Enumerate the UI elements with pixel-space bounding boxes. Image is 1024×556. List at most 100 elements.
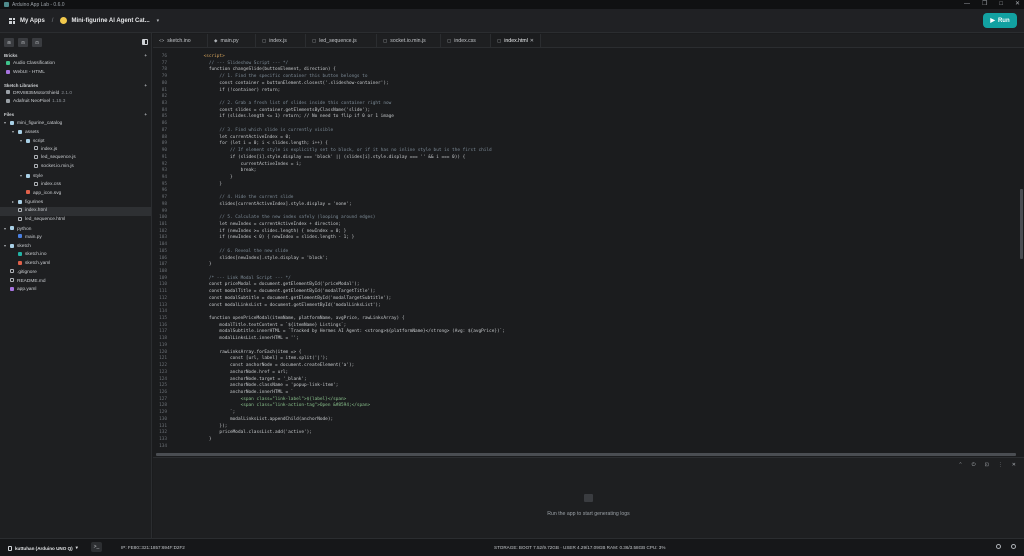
brick-item[interactable]: WebUI - HTML [0, 69, 151, 78]
copy-icon[interactable]: ⊡ [985, 462, 989, 468]
chevron-down-icon[interactable]: ▾ [157, 18, 160, 24]
new-file-button[interactable]: ⊞ [4, 37, 14, 47]
brick-item[interactable]: Audio Classification [0, 60, 151, 69]
expand-icon[interactable]: ⌃ [958, 462, 962, 468]
code-line[interactable]: const modalLinksList = document.getEleme… [193, 303, 505, 310]
editor-tab[interactable]: ◆ main.py [208, 34, 256, 47]
code-line[interactable]: let newIndex = currentActiveIndex + dire… [193, 222, 505, 229]
library-item[interactable]: Adafruit NeoPixel 1.15.3 [0, 98, 151, 107]
board-selector[interactable]: kuttuhan (Arduino UNO Q) ▾ [8, 545, 78, 551]
code-line[interactable]: const modalSubtitle = document.getElemen… [193, 296, 505, 303]
code-line[interactable]: <script> [193, 54, 505, 61]
code-line[interactable]: slides[currentActiveIndex].style.display… [193, 202, 505, 209]
code-line[interactable]: modalLinksList.innerHTML = ''; [193, 336, 505, 343]
panel-toggle-icon[interactable] [142, 39, 148, 45]
restore-icon[interactable]: ❐ [982, 0, 987, 9]
code-content[interactable]: <script> // --- Slideshow Script --- */ … [193, 54, 505, 450]
more-icon[interactable]: ⋮ [998, 462, 1003, 468]
scroll-thumb[interactable] [1020, 189, 1023, 259]
code-line[interactable]: const container = buttonElement.closest(… [193, 81, 505, 88]
code-line[interactable]: // If element style is explicitly set to… [193, 148, 505, 155]
code-line[interactable]: priceModal.classList.add('active'); [193, 430, 505, 437]
code-line[interactable]: anchorNode.innerHTML = ` [193, 390, 505, 397]
apps-grid-icon[interactable] [9, 17, 15, 24]
tree-file[interactable]: socket.io.min.js [0, 163, 151, 172]
editor-vertical-scrollbar[interactable] [1019, 49, 1024, 452]
my-apps-link[interactable]: My Apps [20, 18, 45, 24]
tree-folder[interactable]: ▾ style [0, 172, 151, 181]
tree-folder[interactable]: ▾ python [0, 225, 151, 234]
close-icon[interactable]: ✕ [1012, 462, 1016, 468]
code-line[interactable]: } [193, 262, 505, 269]
editor-tab[interactable]: ▢ index.html ✕ [491, 34, 541, 47]
library-item[interactable]: DRV8835MotorShield 2.1.0 [0, 90, 151, 99]
tree-folder[interactable]: ▾ script [0, 137, 151, 146]
code-line[interactable]: // 4. Hide the current slide [193, 195, 505, 202]
tree-file[interactable]: .gitignore [0, 269, 151, 278]
code-line[interactable]: if (slides.length <= 1) return; // No ne… [193, 114, 505, 121]
code-line[interactable]: anchorNode.className = 'popup-link-item'… [193, 383, 505, 390]
minimize-icon[interactable]: — [964, 0, 970, 9]
code-line[interactable]: anchorNode.href = url; [193, 370, 505, 377]
app-name[interactable]: Mini-figurine AI Agent Cat... [71, 18, 149, 24]
editor-tab[interactable]: ▢ socket.io.min.js [377, 34, 441, 47]
code-line[interactable]: const anchorNode = document.createElemen… [193, 363, 505, 370]
code-line[interactable]: } [193, 182, 505, 189]
tree-file[interactable]: sketch.yaml [0, 260, 151, 269]
new-folder-button[interactable]: ⊟ [18, 37, 28, 47]
tree-file[interactable]: main.py [0, 234, 151, 243]
code-line[interactable]: } [193, 175, 505, 182]
code-line[interactable]: const modalTitle = document.getElementBy… [193, 289, 505, 296]
code-line[interactable]: if (!container) return; [193, 88, 505, 95]
code-line[interactable] [193, 444, 505, 451]
code-line[interactable]: break; [193, 168, 505, 175]
terminal-button[interactable]: >_ [91, 542, 102, 552]
power-icon[interactable]: ⏻ [972, 462, 976, 468]
tree-file[interactable]: led_sequence.js [0, 154, 151, 163]
code-line[interactable]: if (newIndex < 0) { newIndex = slides.le… [193, 235, 505, 242]
scroll-thumb[interactable] [156, 453, 1016, 456]
maximize-icon[interactable]: □ [999, 0, 1003, 9]
tree-file[interactable]: index.css [0, 181, 151, 190]
code-line[interactable]: } [193, 437, 505, 444]
bell-icon[interactable] [996, 544, 1001, 549]
tree-file[interactable]: app_icon.svg [0, 190, 151, 199]
tree-folder[interactable]: ▾ assets [0, 128, 151, 137]
code-line[interactable]: slides[newIndex].style.display = 'block'… [193, 256, 505, 263]
code-line[interactable]: function openPriceModal(itemName, platfo… [193, 316, 505, 323]
tree-file[interactable]: app.yaml [0, 286, 151, 295]
code-line[interactable] [193, 343, 505, 350]
editor-tab[interactable]: ▢ index.css [441, 34, 491, 47]
add-brick-icon[interactable]: + [144, 51, 147, 60]
close-tab-icon[interactable]: ✕ [530, 38, 534, 44]
code-line[interactable] [193, 269, 505, 276]
tree-folder[interactable]: ▸ figurines [0, 198, 151, 207]
code-line[interactable]: // 2. Grab a fresh list of slides inside… [193, 101, 505, 108]
tree-folder[interactable]: ▾ sketch [0, 242, 151, 251]
code-line[interactable]: if (slides[i].style.display === 'block' … [193, 155, 505, 162]
add-library-icon[interactable]: + [144, 81, 147, 90]
code-line[interactable]: // 3. Find which slide is currently visi… [193, 128, 505, 135]
editor-tab[interactable]: ▢ index.js [256, 34, 306, 47]
code-line[interactable]: // 5. Calculate the new index safely (lo… [193, 215, 505, 222]
code-line[interactable]: modalLinksList.appendChild(anchorNode); [193, 417, 505, 424]
tree-file[interactable]: index.js [0, 146, 151, 155]
add-file-icon[interactable]: + [144, 110, 147, 119]
close-window-icon[interactable]: ✕ [1015, 0, 1020, 9]
code-line[interactable]: <span class="link-action-tag">Open &#859… [193, 403, 505, 410]
collapse-button[interactable]: ⊡ [32, 37, 42, 47]
code-line[interactable]: `; [193, 410, 505, 417]
code-line[interactable] [193, 121, 505, 128]
code-line[interactable]: // 6. Reveal the new slide [193, 249, 505, 256]
editor-tab[interactable]: <> sketch.ino [153, 34, 208, 47]
run-button[interactable]: ▶ Run [983, 13, 1017, 28]
tree-file[interactable]: led_sequence.html [0, 216, 151, 225]
account-icon[interactable] [1011, 544, 1016, 549]
tree-file[interactable]: index.html [0, 207, 151, 216]
editor-tab[interactable]: ▢ led_sequence.js [306, 34, 377, 47]
code-editor[interactable]: 76 77 78 79 80 81 82 83 84 85 86 87 88 89 90 91 92 93 94 95… [153, 49, 1019, 452]
code-line[interactable]: // 1. Find the specific container this b… [193, 74, 505, 81]
tree-file[interactable]: README.md [0, 278, 151, 287]
tree-folder[interactable]: ▾ mini_figurine_catalog [0, 119, 151, 128]
tree-file[interactable]: sketch.ino [0, 251, 151, 260]
